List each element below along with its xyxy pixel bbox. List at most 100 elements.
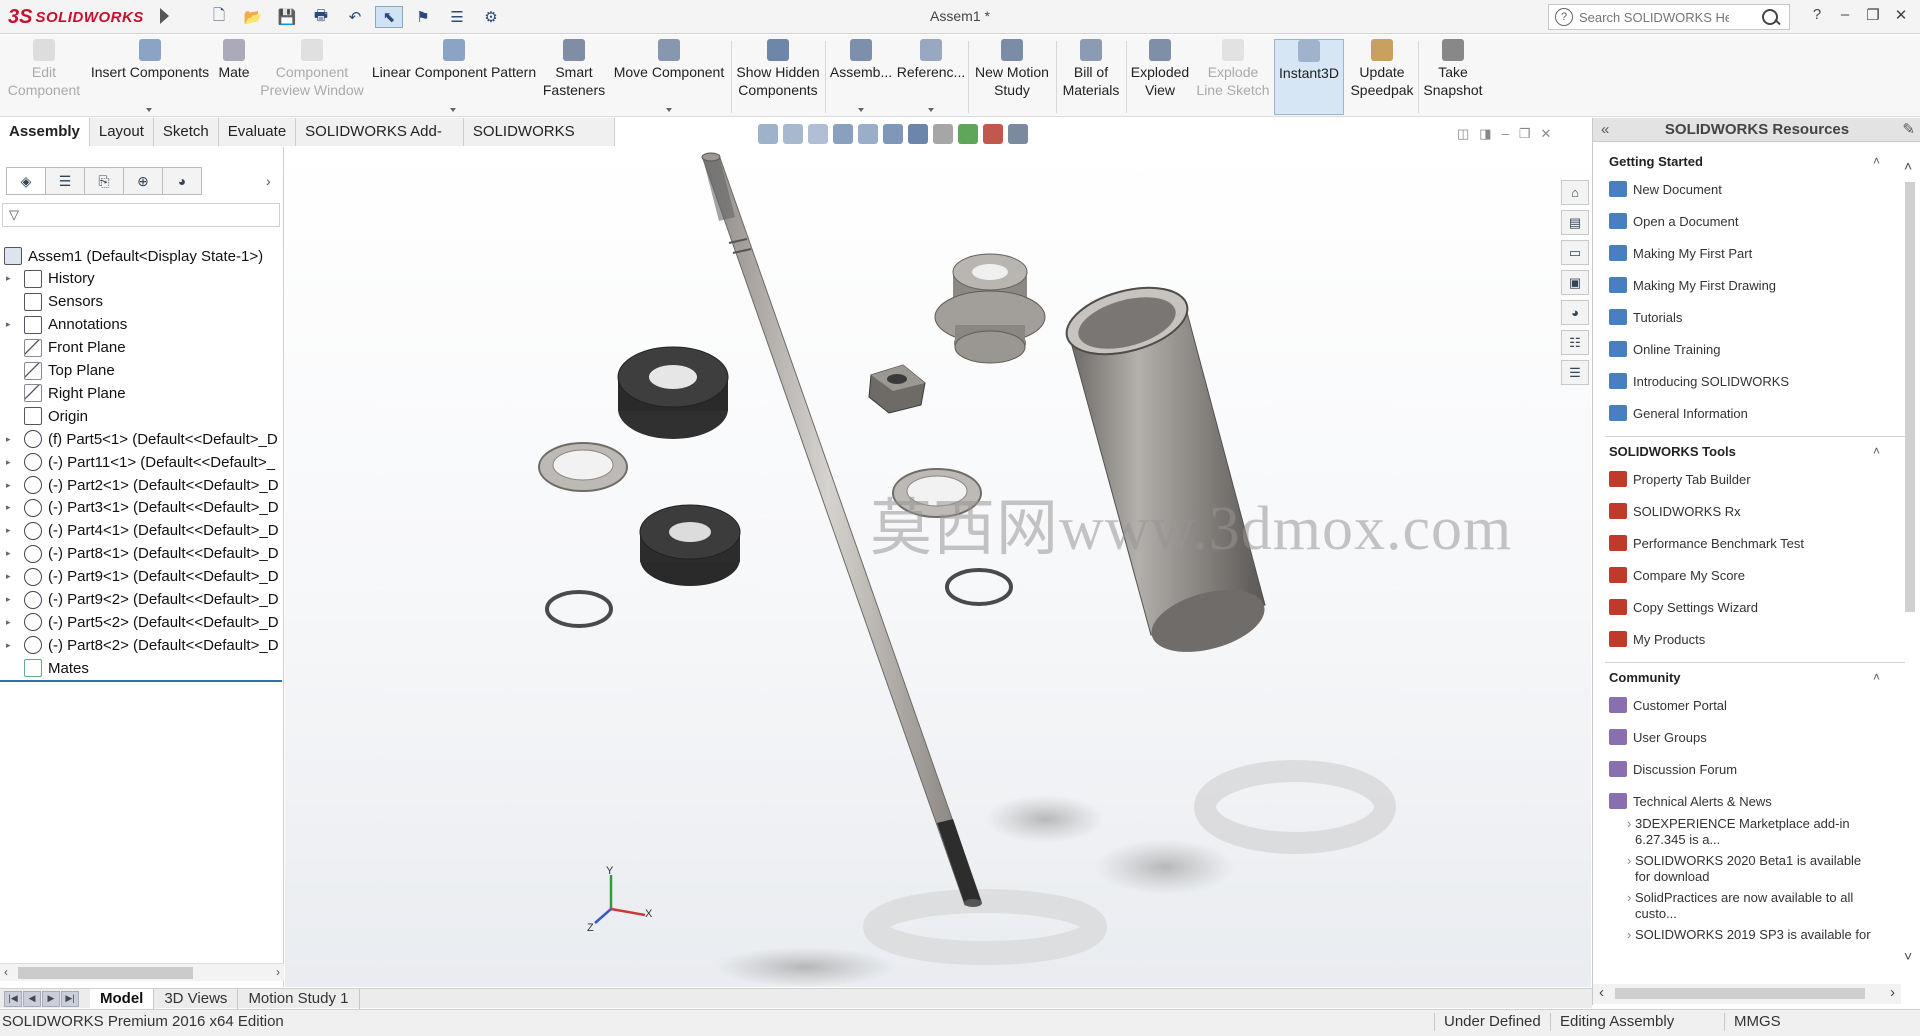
resource-link[interactable]: Tutorials — [1609, 306, 1682, 328]
collapse-section-icon[interactable]: ˄ — [1873, 444, 1880, 458]
expand-arrow-icon[interactable]: ▸ — [6, 640, 16, 651]
unit-system-selector[interactable]: MMGS — [1734, 1013, 1781, 1030]
resource-link[interactable]: User Groups — [1609, 726, 1707, 748]
help-icon[interactable]: ? — [1808, 6, 1826, 24]
select-icon[interactable]: ⬉ — [375, 6, 403, 28]
retaining-ring-part[interactable] — [545, 590, 613, 628]
move-component-dropdown-icon[interactable] — [666, 108, 672, 112]
graphics-area[interactable]: 莫西网www.3dmox.com Y X Z — [285, 147, 1591, 987]
news-link[interactable]: SOLIDWORKS 2019 SP3 is available for — [1627, 927, 1873, 943]
feature-tree-horizontal-scrollbar[interactable]: ‹ › — [0, 963, 284, 981]
minimize-button[interactable]: – — [1836, 6, 1854, 24]
smart-fasteners-button[interactable]: Smart Fasteners — [540, 39, 608, 115]
news-link[interactable]: 3DEXPERIENCE Marketplace add-in 6.27.345… — [1627, 816, 1873, 848]
tab-layout[interactable]: Layout — [89, 118, 154, 146]
expand-arrow-icon[interactable]: ▸ — [6, 617, 16, 628]
section-view-icon[interactable] — [833, 124, 853, 144]
update-speedpak-button[interactable]: Update Speedpak — [1348, 39, 1416, 115]
assembly-features-dropdown-icon[interactable] — [858, 108, 864, 112]
dark-bushing-part[interactable] — [617, 346, 729, 439]
resource-link[interactable]: Property Tab Builder — [1609, 468, 1751, 490]
open-document-icon[interactable]: 📂 — [239, 6, 267, 28]
configuration-manager-tab-icon[interactable]: ⎘ — [84, 167, 124, 195]
new-motion-study-button[interactable]: New Motion Study — [970, 39, 1054, 115]
viewport-split-icon[interactable]: ◨ — [1479, 126, 1491, 142]
scrollbar-thumb[interactable] — [18, 967, 193, 979]
last-tab-icon[interactable]: ▶| — [61, 990, 79, 1007]
apply-scene-icon[interactable] — [983, 124, 1003, 144]
custom-properties-icon[interactable]: ☷ — [1561, 330, 1589, 355]
dynamic-annotation-icon[interactable] — [858, 124, 878, 144]
tab-evaluate[interactable]: Evaluate — [218, 118, 297, 146]
close-button[interactable]: ✕ — [1892, 6, 1910, 24]
viewport-close-icon[interactable]: ✕ — [1540, 126, 1551, 142]
resource-link[interactable]: Online Training — [1609, 338, 1720, 360]
tab-3d-views[interactable]: 3D Views — [154, 988, 239, 1009]
resource-link[interactable]: New Document — [1609, 178, 1722, 200]
scroll-left-arrow-icon[interactable]: ‹ — [4, 965, 8, 979]
expand-arrow-icon[interactable]: ▸ — [6, 457, 16, 468]
undo-icon[interactable]: ↶ — [341, 6, 369, 28]
previous-tab-icon[interactable]: ◀ — [23, 990, 41, 1007]
edit-appearance-icon[interactable] — [958, 124, 978, 144]
tree-item-mates[interactable]: Mates — [0, 655, 284, 681]
home-icon[interactable]: ⌂ — [1561, 180, 1589, 205]
move-component-button[interactable]: Move Component — [610, 39, 728, 115]
solidworks-logo[interactable]: 3S SOLIDWORKS — [8, 3, 156, 31]
expand-arrow-icon[interactable]: ▸ — [6, 594, 16, 605]
mate-button[interactable]: Mate — [214, 39, 254, 115]
scroll-down-arrow-icon[interactable]: ˅ — [1904, 948, 1912, 964]
tab-sketch[interactable]: Sketch — [153, 118, 219, 146]
expand-arrow-icon[interactable]: ▸ — [6, 273, 16, 284]
property-manager-tab-icon[interactable]: ☰ — [45, 167, 85, 195]
tab-solidworks-add-ins[interactable]: SOLIDWORKS Add-Ins — [296, 118, 464, 168]
edit-component-button[interactable]: Edit Component — [4, 39, 84, 115]
forum-icon[interactable]: ☰ — [1561, 360, 1589, 385]
scrollbar-thumb[interactable] — [1905, 182, 1915, 612]
file-properties-icon[interactable]: ☰ — [443, 6, 471, 28]
help-search-box[interactable]: ? — [1548, 4, 1790, 30]
feature-tree-tab-icon[interactable]: ◈ — [6, 167, 46, 195]
tab-assembly[interactable]: Assembly — [0, 118, 90, 146]
instant3d-button[interactable]: Instant3D — [1274, 39, 1344, 115]
print-icon[interactable]: 🖶 — [307, 6, 335, 28]
component-preview-window-button[interactable]: Component Preview Window — [256, 39, 368, 115]
expand-arrow-icon[interactable]: ▸ — [6, 480, 16, 491]
rollback-bar[interactable] — [0, 680, 282, 683]
resources-vertical-scrollbar[interactable]: ˄ ˅ — [1901, 148, 1919, 984]
resource-link[interactable]: Customer Portal — [1609, 694, 1727, 716]
resource-link[interactable]: SOLIDWORKS Rx — [1609, 500, 1741, 522]
expand-arrow-icon[interactable]: ▸ — [6, 571, 16, 582]
viewport-tile-icon[interactable]: ◫ — [1457, 126, 1469, 142]
resource-link[interactable]: General Information — [1609, 402, 1748, 424]
more-tabs-chevron-icon[interactable]: › — [266, 173, 271, 189]
file-explorer-icon[interactable]: ▭ — [1561, 240, 1589, 265]
tab-motion-study-1[interactable]: Motion Study 1 — [238, 988, 360, 1009]
news-link[interactable]: SOLIDWORKS 2020 Beta1 is available for d… — [1627, 853, 1873, 885]
expand-arrow-icon[interactable]: ▸ — [6, 548, 16, 559]
display-manager-tab-icon[interactable]: ◕ — [162, 167, 202, 195]
view-settings-icon[interactable] — [1008, 124, 1028, 144]
hex-nut-part[interactable] — [868, 364, 926, 414]
resource-link[interactable]: Technical Alerts & News — [1609, 790, 1772, 812]
appearances-icon[interactable]: ◕ — [1561, 300, 1589, 325]
flanged-bushing-part[interactable] — [934, 253, 1046, 364]
scroll-right-arrow-icon[interactable]: › — [1890, 984, 1895, 1001]
scrollbar-thumb[interactable] — [1615, 988, 1865, 999]
expand-arrow-icon[interactable]: ▸ — [6, 434, 16, 445]
linear-component-pattern-button[interactable]: Linear Component Pattern — [370, 39, 538, 115]
search-input[interactable] — [1579, 9, 1729, 25]
previous-view-icon[interactable] — [808, 124, 828, 144]
expand-arrow-icon[interactable]: ▸ — [6, 319, 16, 330]
new-document-icon[interactable]: 🗋 — [205, 6, 233, 28]
dark-bushing-part[interactable] — [639, 504, 741, 586]
section-title-getting_started[interactable]: Getting Started — [1609, 154, 1703, 169]
scroll-up-arrow-icon[interactable]: ˄ — [1904, 158, 1912, 174]
retaining-ring-part[interactable] — [945, 568, 1013, 606]
rebuild-icon[interactable]: ⚑ — [409, 6, 437, 28]
section-title-tools[interactable]: SOLIDWORKS Tools — [1609, 444, 1736, 459]
viewport-restore-icon[interactable]: ❐ — [1519, 126, 1531, 142]
show-hidden-components-button[interactable]: Show Hidden Components — [734, 39, 822, 115]
pin-icon[interactable]: ✎ — [1902, 118, 1915, 142]
viewport-minimize-icon[interactable]: – — [1502, 126, 1509, 142]
